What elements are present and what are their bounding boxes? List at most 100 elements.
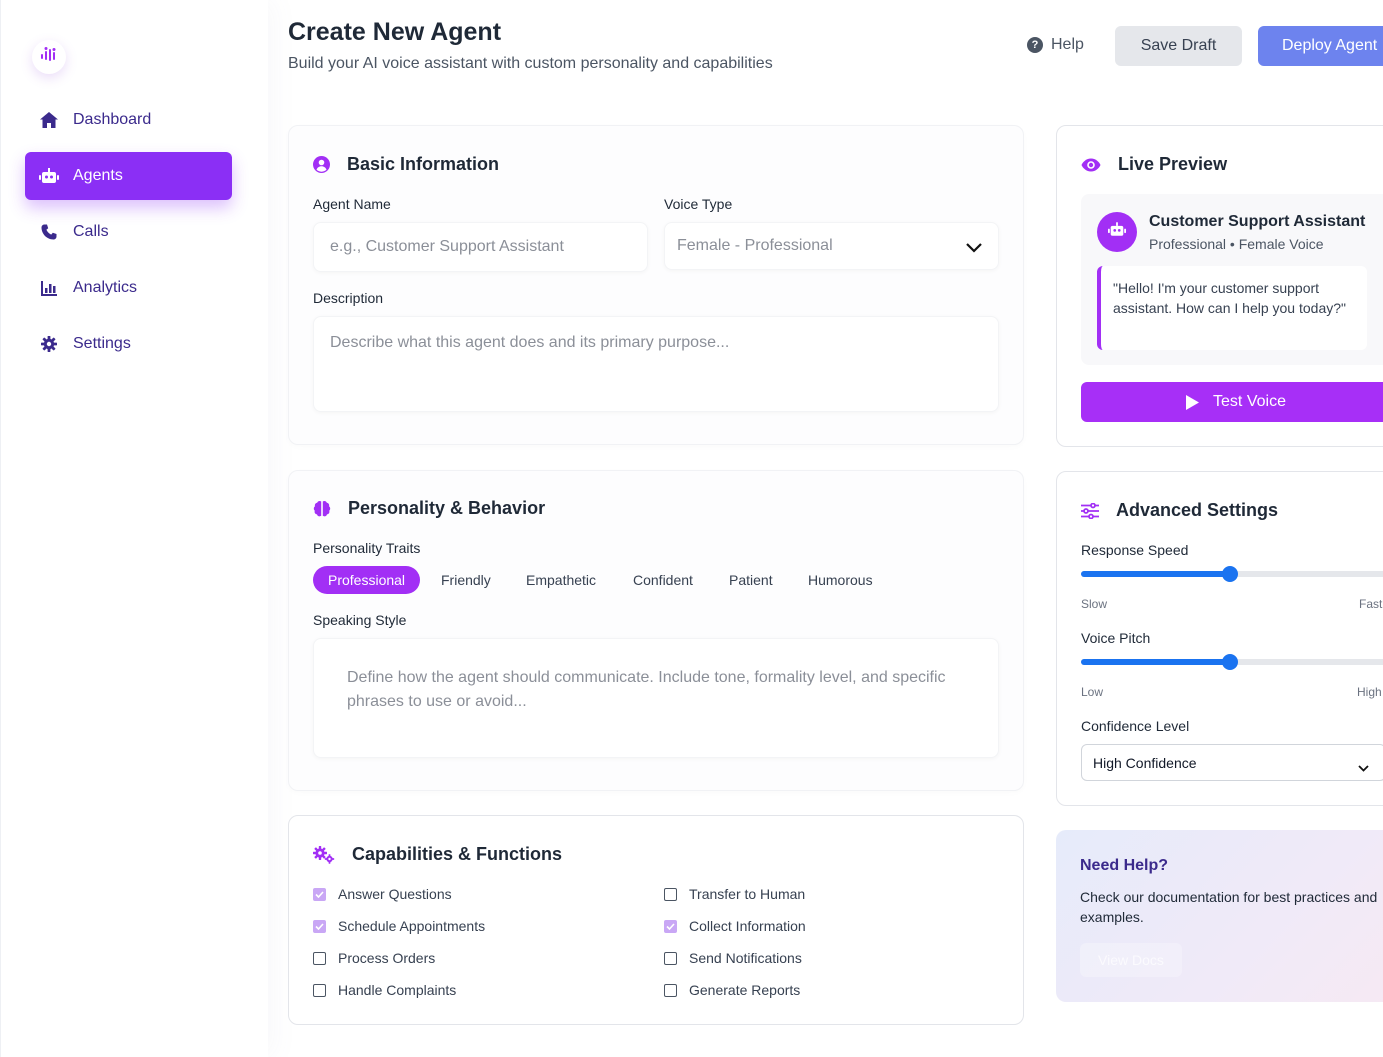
voice-type-label: Voice Type (664, 196, 733, 212)
card-title-text: Live Preview (1118, 154, 1228, 174)
trait-chip-patient[interactable]: Patient (714, 566, 788, 594)
speaking-style-textarea[interactable]: Define how the agent should communicate.… (313, 638, 999, 758)
eye-icon (1081, 158, 1101, 172)
help-label: Help (1051, 36, 1084, 53)
capability-send-notifications[interactable]: Send Notifications (664, 950, 802, 966)
capability-label: Collect Information (689, 918, 806, 934)
test-voice-button[interactable]: Test Voice (1081, 382, 1383, 422)
trait-chip-empathetic[interactable]: Empathetic (511, 566, 611, 594)
save-draft-button[interactable]: Save Draft (1115, 26, 1242, 66)
checkbox-checked[interactable] (313, 887, 326, 901)
cogs-icon (313, 845, 335, 864)
agent-avatar (1097, 212, 1137, 252)
robot-icon (1108, 222, 1126, 242)
confidence-level-select[interactable]: High Confidence (1081, 744, 1383, 781)
slider-fill (1081, 571, 1230, 577)
sidebar-item-settings[interactable]: Settings (25, 320, 232, 368)
confidence-level-label: Confidence Level (1081, 718, 1190, 734)
slider-min-label: Low (1081, 685, 1104, 699)
sidebar: Dashboard Agents Calls Analytics Setting… (0, 0, 268, 1057)
capability-label: Generate Reports (689, 982, 801, 998)
capability-transfer-to-human[interactable]: Transfer to Human (664, 886, 805, 902)
response-speed-label: Response Speed (1081, 542, 1189, 558)
help-button[interactable]: ? Help (1027, 36, 1084, 54)
play-icon (1186, 394, 1200, 410)
gear-icon (39, 334, 59, 354)
test-voice-label: Test Voice (1213, 393, 1286, 410)
slider-min-label: Slow (1081, 597, 1108, 611)
slider-thumb[interactable] (1221, 566, 1238, 582)
user-circle-icon (313, 156, 330, 173)
chevron-down-icon (1358, 759, 1369, 775)
checkbox-unchecked[interactable] (664, 887, 677, 901)
agent-name-input[interactable]: e.g., Customer Support Assistant (313, 222, 648, 272)
view-docs-button[interactable]: View Docs (1080, 943, 1182, 977)
card-title-text: Advanced Settings (1116, 500, 1279, 520)
trait-chip-confident[interactable]: Confident (618, 566, 708, 594)
personality-traits-label: Personality Traits (313, 540, 421, 556)
card-title-text: Capabilities & Functions (352, 844, 563, 864)
capability-label: Transfer to Human (689, 886, 806, 902)
capability-answer-questions[interactable]: Answer Questions (313, 886, 452, 902)
confidence-level-value: High Confidence (1093, 754, 1197, 771)
brain-icon (313, 500, 331, 518)
slider-thumb[interactable] (1221, 654, 1238, 670)
checkbox-unchecked[interactable] (664, 951, 677, 965)
sidebar-item-label: Settings (73, 335, 131, 352)
soundwave-people-icon (39, 45, 59, 70)
sidebar-item-label: Analytics (73, 279, 138, 296)
description-label: Description (313, 290, 384, 306)
capabilities-heading: Capabilities & Functions (313, 844, 562, 865)
description-textarea[interactable]: Describe what this agent does and its pr… (313, 316, 999, 412)
response-speed-slider[interactable] (1081, 566, 1383, 582)
basic-information-heading: Basic Information (313, 154, 499, 175)
live-preview-heading: Live Preview (1081, 154, 1227, 175)
trait-chip-professional[interactable]: Professional (313, 566, 421, 594)
app-logo[interactable] (32, 40, 66, 74)
sidebar-item-label: Agents (73, 167, 123, 184)
slider-max-label: Fast (1359, 597, 1383, 611)
robot-icon (39, 166, 59, 186)
checkbox-checked[interactable] (664, 919, 677, 933)
capability-label: Send Notifications (689, 950, 802, 966)
capability-process-orders[interactable]: Process Orders (313, 950, 435, 966)
voice-type-select[interactable]: Female - Professional (664, 222, 999, 270)
capability-label: Schedule Appointments (338, 918, 486, 934)
question-circle-icon: ? (1027, 37, 1043, 53)
home-icon (39, 110, 59, 130)
deploy-agent-button[interactable]: Deploy Agent (1258, 26, 1383, 66)
voice-pitch-slider[interactable] (1081, 654, 1383, 670)
slider-max-label: High (1357, 685, 1382, 699)
voice-type-value: Female - Professional (677, 237, 833, 254)
sidebar-item-label: Dashboard (73, 111, 152, 128)
sidebar-item-label: Calls (73, 223, 109, 240)
phone-icon (39, 222, 59, 242)
need-help-title: Need Help? (1080, 857, 1169, 874)
slider-fill (1081, 659, 1230, 665)
sidebar-item-analytics[interactable]: Analytics (25, 264, 232, 312)
capability-generate-reports[interactable]: Generate Reports (664, 982, 800, 998)
chevron-down-icon (966, 240, 982, 258)
page-title: Create New Agent (288, 18, 502, 46)
capability-label: Answer Questions (338, 886, 452, 902)
trait-chip-humorous[interactable]: Humorous (793, 566, 888, 594)
sidebar-item-agents[interactable]: Agents (25, 152, 232, 200)
preview-agent-name: Customer Support Assistant (1149, 213, 1366, 230)
sidebar-item-dashboard[interactable]: Dashboard (25, 96, 232, 144)
checkbox-unchecked[interactable] (313, 983, 326, 997)
checkbox-unchecked[interactable] (664, 983, 677, 997)
sidebar-item-calls[interactable]: Calls (25, 208, 232, 256)
checkbox-unchecked[interactable] (313, 951, 326, 965)
checkbox-checked[interactable] (313, 919, 326, 933)
agent-name-label: Agent Name (313, 196, 391, 212)
voice-pitch-label: Voice Pitch (1081, 630, 1151, 646)
speaking-style-label: Speaking Style (313, 612, 407, 628)
capability-collect-information[interactable]: Collect Information (664, 918, 806, 934)
capability-label: Handle Complaints (338, 982, 457, 998)
capability-label: Process Orders (338, 950, 436, 966)
trait-chip-friendly[interactable]: Friendly (426, 566, 506, 594)
capability-schedule-appointments[interactable]: Schedule Appointments (313, 918, 485, 934)
capability-handle-complaints[interactable]: Handle Complaints (313, 982, 456, 998)
card-title-text: Basic Information (347, 154, 500, 174)
advanced-settings-heading: Advanced Settings (1081, 500, 1278, 521)
